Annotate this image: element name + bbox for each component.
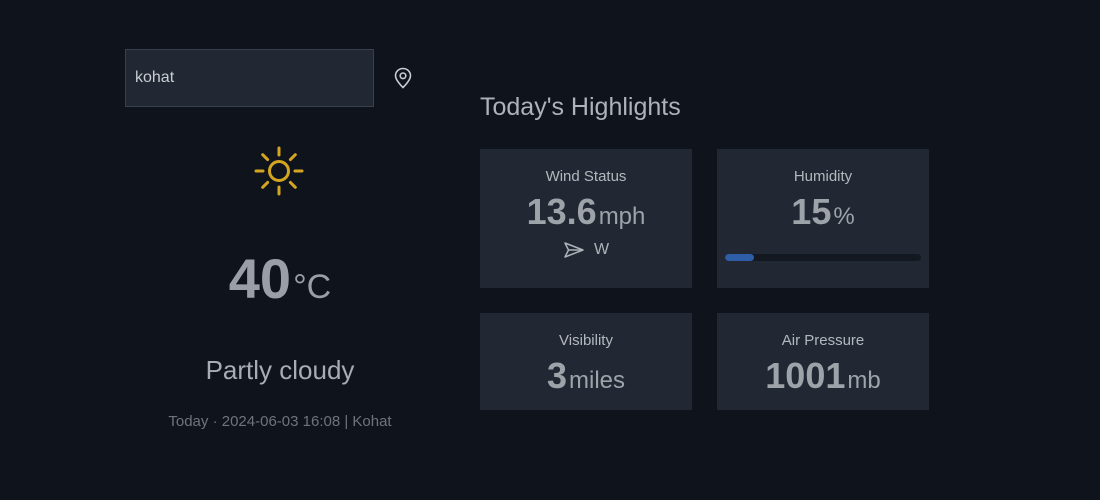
temperature-value: 40: [228, 247, 292, 310]
air-pressure-value-row: 1001mb: [717, 355, 929, 397]
wind-speed-unit: mph: [598, 203, 646, 230]
search-row: [125, 49, 412, 107]
humidity-value-row: 15%: [717, 191, 929, 233]
highlights-title: Today's Highlights: [480, 93, 681, 121]
wind-status-card: Wind Status 13.6mph W: [480, 149, 692, 288]
humidity-progress-fill: [725, 254, 755, 261]
wind-status-label: Wind Status: [545, 168, 627, 185]
humidity-card: Humidity 15%: [717, 149, 929, 288]
air-pressure-card: Air Pressure 1001mb: [717, 313, 929, 410]
wind-speed: 13.6mph: [480, 191, 692, 233]
city-search-input[interactable]: [125, 49, 374, 107]
current-temperature: 40°C: [125, 246, 435, 311]
wind-direction: W: [480, 241, 692, 259]
visibility-value-row: 3miles: [480, 355, 692, 397]
air-pressure-value: 1001: [765, 355, 846, 396]
humidity-label: Humidity: [793, 168, 853, 185]
temperature-unit: °C: [293, 268, 332, 306]
wind-speed-value: 13.6: [526, 191, 597, 232]
visibility-label: Visibility: [559, 332, 613, 349]
humidity-unit: %: [833, 203, 855, 230]
weather-app: 40°C Partly cloudy Today · 2024-06-03 16…: [0, 0, 1100, 500]
humidity-value: 15: [791, 191, 832, 232]
navigation-arrow-icon: [564, 242, 584, 258]
humidity-progress-bar: [725, 254, 921, 261]
visibility-card: Visibility 3miles: [480, 313, 692, 410]
air-pressure-label: Air Pressure: [781, 332, 865, 349]
visibility-unit: miles: [569, 367, 626, 394]
map-pin-icon: [394, 67, 412, 89]
date-location-line: Today · 2024-06-03 16:08 | Kohat: [168, 413, 392, 430]
location-button[interactable]: [391, 66, 415, 90]
weather-condition: Partly cloudy: [205, 355, 355, 385]
sun-icon: [254, 146, 304, 196]
visibility-value: 3: [546, 355, 567, 396]
air-pressure-unit: mb: [847, 367, 881, 394]
wind-direction-label: W: [593, 241, 610, 258]
